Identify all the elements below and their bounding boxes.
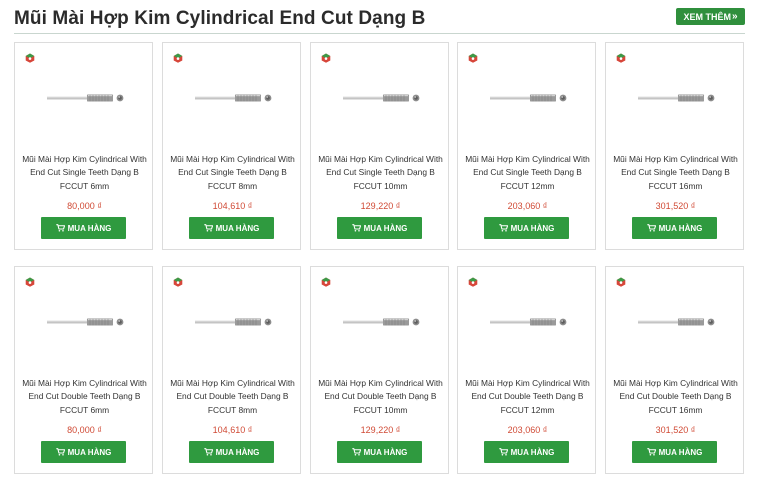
product-image[interactable] — [488, 315, 568, 329]
brand-badge-icon — [173, 53, 183, 63]
product-card[interactable]: Mũi Mài Hợp Kim Cylindrical With End Cut… — [457, 266, 596, 474]
double-chevron-right-icon: » — [731, 10, 738, 22]
product-name[interactable]: Mũi Mài Hợp Kim Cylindrical With End Cut… — [19, 153, 150, 193]
buy-button[interactable]: MUA HÀNG — [41, 217, 126, 239]
buy-button[interactable]: MUA HÀNG — [484, 441, 569, 463]
header-divider — [14, 33, 745, 34]
product-name[interactable]: Mũi Mài Hợp Kim Cylindrical With End Cut… — [315, 153, 446, 193]
buy-button-label: MUA HÀNG — [658, 447, 703, 457]
brand-badge-icon — [25, 53, 35, 63]
section-title: Mũi Mài Hợp Kim Cylindrical End Cut Dạng… — [14, 8, 426, 29]
product-image[interactable] — [341, 91, 421, 105]
cart-icon — [646, 448, 656, 456]
brand-badge-icon — [321, 277, 331, 287]
buy-button-label: MUA HÀNG — [67, 223, 112, 233]
product-name[interactable]: Mũi Mài Hợp Kim Cylindrical With End Cut… — [167, 153, 298, 193]
product-price: 129,220 ₫ — [360, 201, 401, 211]
brand-badge-icon — [468, 277, 478, 287]
buy-button[interactable]: MUA HÀNG — [337, 217, 422, 239]
product-price: 80,000 ₫ — [67, 201, 102, 211]
brand-badge-icon — [616, 277, 626, 287]
product-image[interactable] — [636, 91, 716, 105]
product-price: 301,520 ₫ — [655, 201, 696, 211]
product-card[interactable]: Mũi Mài Hợp Kim Cylindrical With End Cut… — [162, 266, 301, 474]
product-price: 80,000 ₫ — [67, 425, 102, 435]
product-name[interactable]: Mũi Mài Hợp Kim Cylindrical With End Cut… — [167, 377, 298, 417]
product-price: 301,520 ₫ — [655, 425, 696, 435]
buy-button-label: MUA HÀNG — [363, 447, 408, 457]
brand-badge-icon — [25, 277, 35, 287]
brand-badge-icon — [468, 53, 478, 63]
cart-icon — [203, 448, 213, 456]
brand-badge-icon — [173, 277, 183, 287]
product-image[interactable] — [45, 91, 125, 105]
product-card[interactable]: Mũi Mài Hợp Kim Cylindrical With End Cut… — [457, 42, 596, 250]
buy-button[interactable]: MUA HÀNG — [337, 441, 422, 463]
product-price: 129,220 ₫ — [360, 425, 401, 435]
product-image[interactable] — [341, 315, 421, 329]
cart-icon — [498, 224, 508, 232]
product-card[interactable]: Mũi Mài Hợp Kim Cylindrical With End Cut… — [605, 266, 744, 474]
product-card[interactable]: Mũi Mài Hợp Kim Cylindrical With End Cut… — [162, 42, 301, 250]
buy-button-label: MUA HÀNG — [510, 223, 555, 233]
buy-button-label: MUA HÀNG — [363, 223, 408, 233]
buy-button-label: MUA HÀNG — [215, 447, 260, 457]
product-card[interactable]: Mũi Mài Hợp Kim Cylindrical With End Cut… — [14, 42, 153, 250]
product-image[interactable] — [193, 91, 273, 105]
product-card[interactable]: Mũi Mài Hợp Kim Cylindrical With End Cut… — [605, 42, 744, 250]
buy-button-label: MUA HÀNG — [510, 447, 555, 457]
product-card[interactable]: Mũi Mài Hợp Kim Cylindrical With End Cut… — [310, 266, 449, 474]
brand-badge-icon — [616, 53, 626, 63]
product-name[interactable]: Mũi Mài Hợp Kim Cylindrical With End Cut… — [462, 377, 593, 417]
product-name[interactable]: Mũi Mài Hợp Kim Cylindrical With End Cut… — [19, 377, 150, 417]
product-name[interactable]: Mũi Mài Hợp Kim Cylindrical With End Cut… — [462, 153, 593, 193]
section-header: Mũi Mài Hợp Kim Cylindrical End Cut Dạng… — [0, 0, 765, 36]
buy-button[interactable]: MUA HÀNG — [189, 441, 274, 463]
buy-button[interactable]: MUA HÀNG — [484, 217, 569, 239]
product-price: 203,060 ₫ — [507, 201, 548, 211]
buy-button[interactable]: MUA HÀNG — [632, 441, 717, 463]
cart-icon — [351, 224, 361, 232]
product-price: 203,060 ₫ — [507, 425, 548, 435]
cart-icon — [203, 224, 213, 232]
product-card[interactable]: Mũi Mài Hợp Kim Cylindrical With End Cut… — [310, 42, 449, 250]
buy-button-label: MUA HÀNG — [67, 447, 112, 457]
view-more-button[interactable]: XEM THÊM » — [676, 8, 745, 25]
product-name[interactable]: Mũi Mài Hợp Kim Cylindrical With End Cut… — [315, 377, 446, 417]
product-name[interactable]: Mũi Mài Hợp Kim Cylindrical With End Cut… — [610, 377, 741, 417]
product-image[interactable] — [488, 91, 568, 105]
buy-button-label: MUA HÀNG — [215, 223, 260, 233]
product-price: 104,610 ₫ — [212, 425, 253, 435]
cart-icon — [646, 224, 656, 232]
product-image[interactable] — [636, 315, 716, 329]
product-image[interactable] — [45, 315, 125, 329]
cart-icon — [55, 448, 65, 456]
buy-button[interactable]: MUA HÀNG — [632, 217, 717, 239]
buy-button[interactable]: MUA HÀNG — [189, 217, 274, 239]
product-card[interactable]: Mũi Mài Hợp Kim Cylindrical With End Cut… — [14, 266, 153, 474]
cart-icon — [351, 448, 361, 456]
cart-icon — [55, 224, 65, 232]
buy-button[interactable]: MUA HÀNG — [41, 441, 126, 463]
view-more-label: XEM THÊM — [683, 11, 731, 22]
brand-badge-icon — [321, 53, 331, 63]
buy-button-label: MUA HÀNG — [658, 223, 703, 233]
product-name[interactable]: Mũi Mài Hợp Kim Cylindrical With End Cut… — [610, 153, 741, 193]
product-price: 104,610 ₫ — [212, 201, 253, 211]
cart-icon — [498, 448, 508, 456]
product-image[interactable] — [193, 315, 273, 329]
